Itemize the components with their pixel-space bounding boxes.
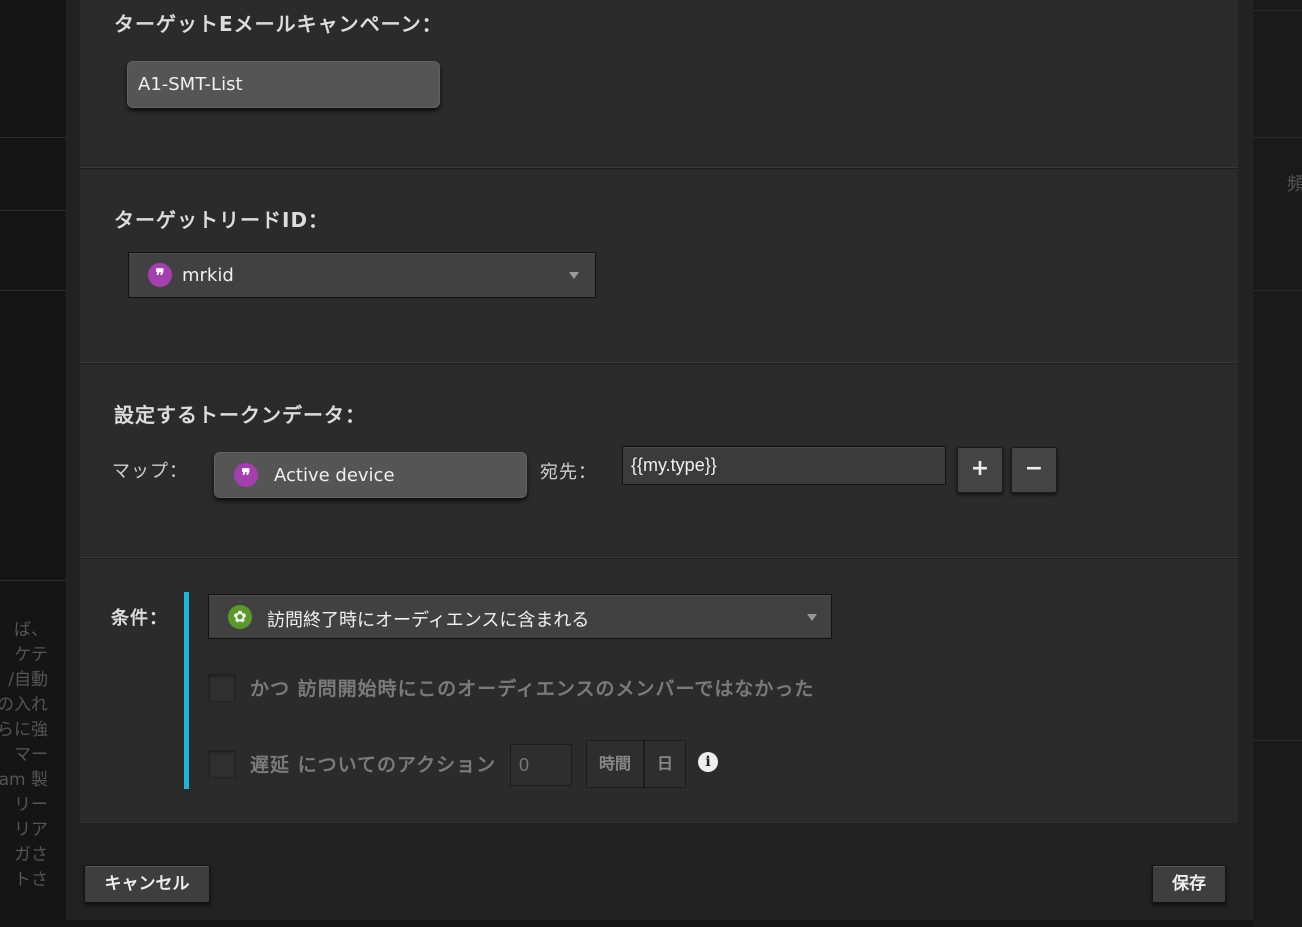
target-campaign-value: A1-SMT-List (138, 74, 243, 95)
background-text: らに強 (0, 720, 48, 740)
background-divider (0, 290, 66, 291)
background-divider (0, 137, 66, 138)
delay-unit-days[interactable]: 日 (644, 740, 686, 788)
info-icon[interactable]: i (698, 752, 718, 772)
background-divider (0, 210, 66, 211)
background-text: ば、 (14, 620, 48, 640)
background-divider (1253, 137, 1302, 138)
target-campaign-title: ターゲットEメールキャンペーン： (114, 12, 443, 36)
background-divider (1253, 10, 1302, 11)
background-text: ケテ (14, 645, 48, 665)
condition-select-value: 訪問終了時にオーディエンスに含まれる (267, 610, 590, 631)
background-text: リア (14, 820, 48, 840)
delay-checkbox[interactable] (208, 750, 236, 778)
background-divider (0, 580, 66, 581)
background-divider (1253, 290, 1302, 291)
target-lead-id-section: ターゲットリードID： ❞ mrkid (80, 168, 1238, 363)
delay-unit-hours[interactable]: 時間 (586, 740, 644, 788)
not-member-checkbox[interactable] (208, 674, 236, 702)
map-token-field[interactable]: ❞ Active device (214, 452, 527, 498)
condition-select[interactable]: ✿ 訪問終了時にオーディエンスに含まれる (208, 594, 832, 639)
token-data-title: 設定するトークンデータ： (114, 403, 366, 427)
modal-content: ターゲットEメールキャンペーン： A1-SMT-List ターゲットリードID：… (80, 0, 1238, 823)
flow-step-modal: ターゲットEメールキャンペーン： A1-SMT-List ターゲットリードID：… (66, 0, 1253, 927)
delay-amount-input[interactable] (510, 744, 572, 786)
quote-token-icon: ❞ (234, 463, 258, 487)
background-text: am 製 (0, 770, 48, 790)
background-text: リー (14, 795, 48, 815)
not-member-label: かつ 訪問開始時にこのオーディエンスのメンバーではなかった (250, 678, 815, 700)
condition-section: 条件： ✿ 訪問終了時にオーディエンスに含まれる かつ 訪問開始時にこのオーディ… (80, 559, 1238, 823)
condition-accent-bar (184, 592, 189, 789)
to-label: 宛先： (540, 462, 597, 483)
background-page-left: ば、 ケテ /自動 の入れ らに強 マー am 製 リー リア ガさ トさ (0, 0, 66, 927)
token-data-section: 設定するトークンデータ： マップ： ❞ Active device 宛先： + … (80, 363, 1238, 558)
map-label: マップ： (112, 461, 188, 482)
background-text: 頻 (1287, 174, 1302, 195)
gear-icon: ✿ (228, 605, 252, 629)
target-lead-id-value: mrkid (182, 265, 234, 286)
background-divider (1253, 740, 1302, 741)
remove-mapping-button[interactable]: − (1011, 447, 1057, 493)
map-token-value: Active device (274, 465, 395, 486)
to-value-input[interactable] (622, 446, 946, 485)
background-text: マー (14, 745, 48, 765)
background-bottom-strip (66, 920, 1253, 927)
target-campaign-field[interactable]: A1-SMT-List (127, 61, 440, 108)
background-text: ガさ (14, 845, 48, 865)
add-mapping-button[interactable]: + (957, 447, 1003, 493)
condition-label: 条件： (111, 608, 168, 629)
target-lead-id-title: ターゲットリードID： (114, 208, 330, 232)
background-text: の入れ (0, 695, 48, 715)
chevron-down-icon (807, 614, 817, 621)
target-lead-id-select[interactable]: ❞ mrkid (128, 252, 596, 298)
quote-token-icon: ❞ (148, 263, 172, 287)
save-button[interactable]: 保存 (1152, 865, 1226, 903)
background-text: トさ (14, 870, 48, 890)
background-page-right: 頻 (1253, 0, 1302, 927)
cancel-button[interactable]: キャンセル (84, 865, 210, 903)
target-campaign-section: ターゲットEメールキャンペーン： A1-SMT-List (80, 0, 1238, 168)
delay-label: 遅延 についてのアクション (250, 754, 497, 776)
background-text: /自動 (8, 670, 48, 690)
chevron-down-icon (569, 272, 579, 279)
